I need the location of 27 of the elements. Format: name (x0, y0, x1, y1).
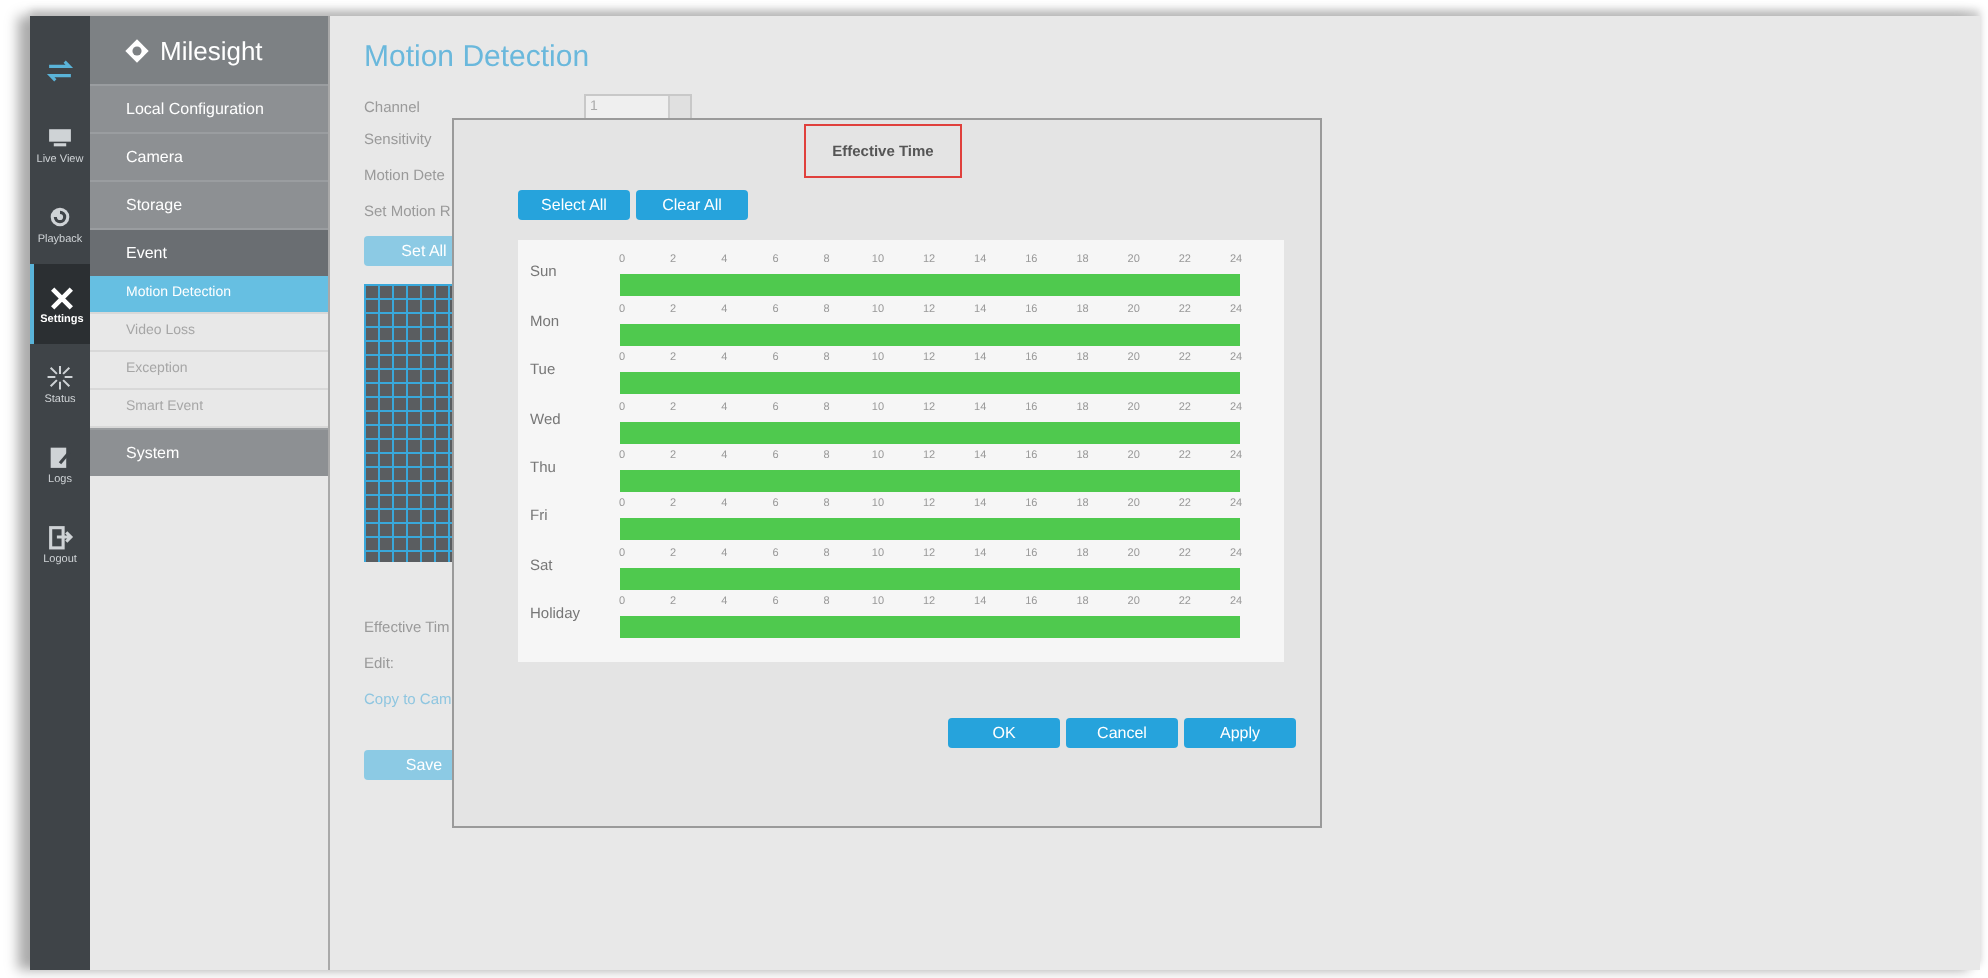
swap-arrows-icon (46, 57, 74, 83)
dialog-button[interactable]: OK (948, 718, 1060, 748)
time-bar[interactable] (620, 616, 1240, 639)
burst-icon (46, 363, 74, 389)
dialog-button[interactable]: Cancel (1066, 718, 1178, 748)
tools-icon (48, 283, 76, 309)
menu-item[interactable]: Storage (90, 180, 328, 228)
time-bar[interactable] (620, 469, 1240, 492)
page-title: Motion Detection (364, 40, 592, 74)
time-bar[interactable] (620, 372, 1240, 395)
clear-all-button[interactable]: Clear All (636, 190, 748, 220)
menu-item[interactable]: System (90, 428, 328, 476)
time-bar[interactable] (620, 323, 1240, 346)
menu-item[interactable]: Event (90, 228, 328, 276)
time-bar[interactable] (620, 518, 1240, 541)
diamond-logo-icon (124, 37, 150, 63)
time-bar[interactable] (620, 567, 1240, 590)
menu-item[interactable]: Camera (90, 132, 328, 180)
logout-icon (46, 523, 74, 549)
brand-name: Milesight (160, 35, 263, 65)
menu-item[interactable]: Local Configuration (90, 84, 328, 132)
replay-icon (46, 203, 74, 229)
dialog-button[interactable]: Apply (1184, 718, 1296, 748)
monitor-icon (46, 123, 74, 149)
time-bar[interactable] (620, 274, 1240, 297)
time-bar[interactable] (620, 421, 1240, 444)
select-all-button[interactable]: Select All (518, 190, 630, 220)
